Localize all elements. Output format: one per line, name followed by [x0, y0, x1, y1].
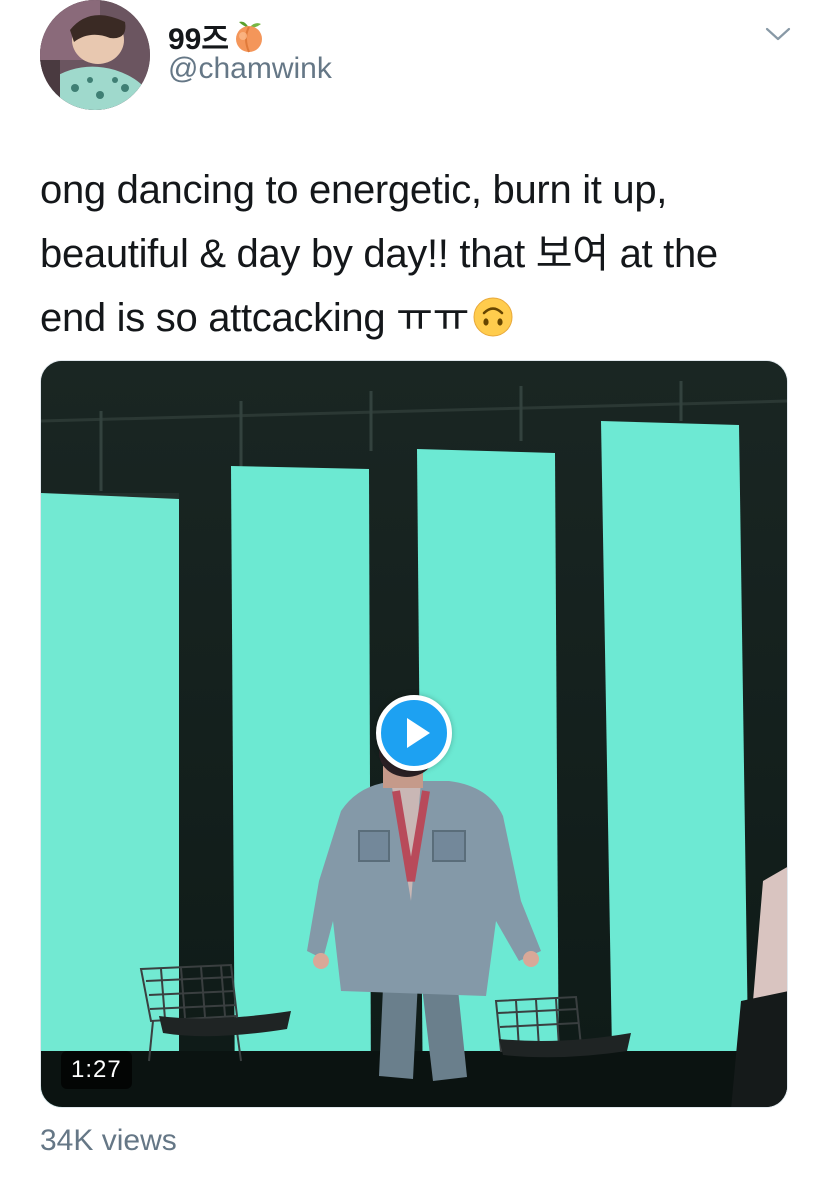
peach-emoji-icon: [231, 18, 267, 54]
tweet-text: ong dancing to energetic, burn it up, be…: [40, 158, 800, 350]
user-handle[interactable]: @chamwink: [168, 52, 332, 86]
chevron-down-icon[interactable]: [764, 24, 792, 44]
play-button[interactable]: [376, 695, 452, 771]
play-icon: [407, 718, 430, 748]
view-count: 34K views: [40, 1124, 177, 1157]
tweet-text-line: beautiful & day by day!! that 보여 at the: [40, 232, 718, 276]
avatar[interactable]: [40, 0, 150, 110]
upside-down-face-emoji-icon: [471, 294, 515, 338]
tweet-text-line: end is so attcacking ㅠㅠ: [40, 296, 470, 340]
video-player[interactable]: 1:27: [40, 360, 788, 1108]
tweet-text-line-last: end is so attcacking ㅠㅠ: [40, 286, 800, 350]
avatar-image: [40, 0, 150, 110]
video-duration-badge: 1:27: [61, 1051, 132, 1089]
tweet-text-line: ong dancing to energetic, burn it up,: [40, 168, 668, 212]
